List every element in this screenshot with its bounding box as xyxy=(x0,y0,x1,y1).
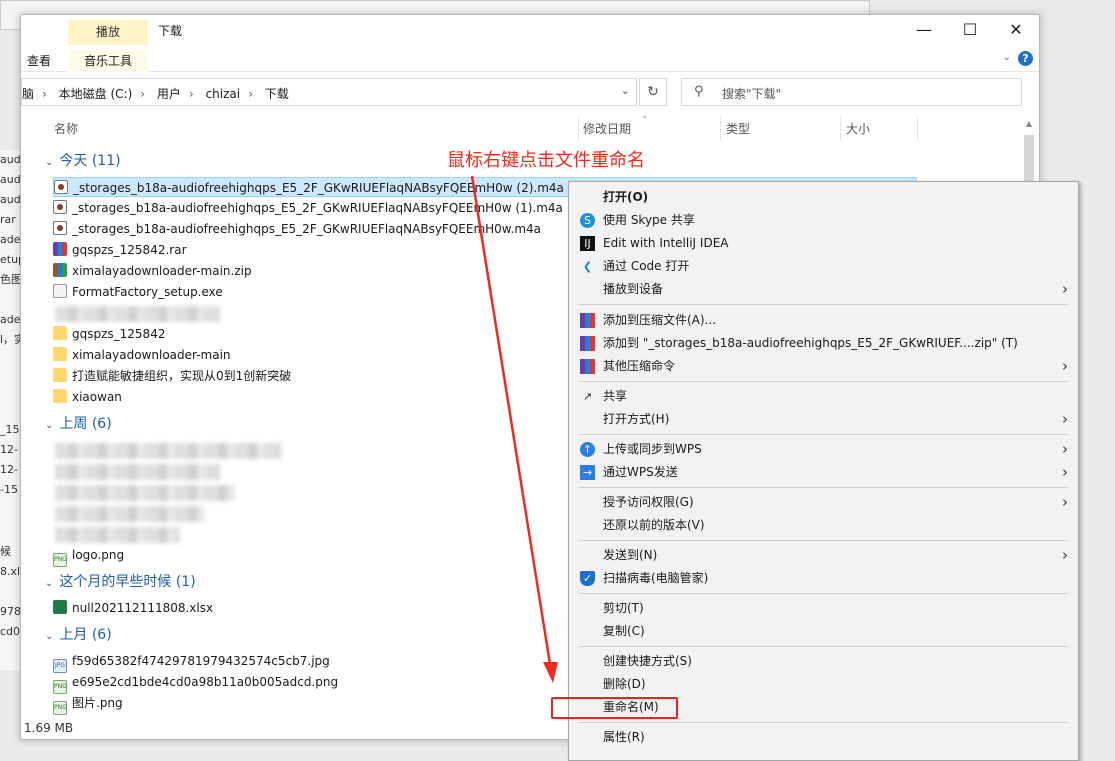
annotation-arrow xyxy=(470,175,558,683)
